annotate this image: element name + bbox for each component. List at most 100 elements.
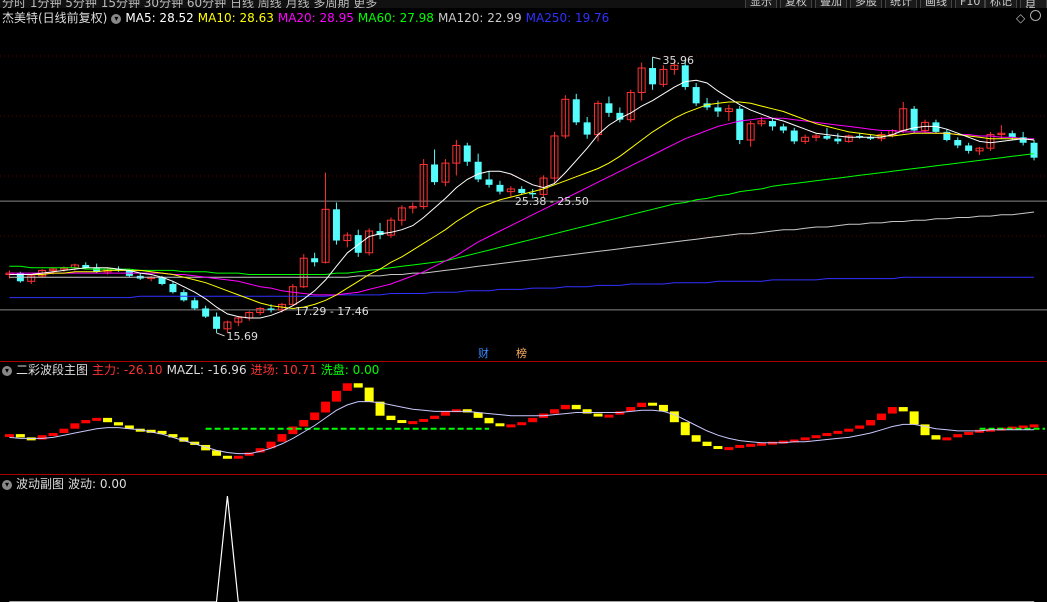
top-toolbar: 分时 1分钟 5分钟 15分钟 30分钟 60分钟 日线 周线 月线 多周期 更… <box>0 0 1047 8</box>
settings-icon[interactable] <box>1030 10 1041 21</box>
sub2-title[interactable]: 波动副图 <box>16 477 64 491</box>
chevron-down-icon[interactable]: ▾ <box>111 13 122 24</box>
candle-body <box>267 308 275 310</box>
volatility-line <box>9 495 1035 602</box>
candle-body <box>1008 133 1016 138</box>
band-bar <box>103 417 113 423</box>
band-bar <box>680 422 690 436</box>
candle-body <box>736 108 744 141</box>
candle-body <box>605 103 613 113</box>
candle-body <box>311 258 319 263</box>
candle-body <box>332 209 340 241</box>
low-label: 15.69 <box>227 330 258 343</box>
band-bar <box>844 428 854 432</box>
candle-body <box>518 188 526 193</box>
band-bar <box>887 407 897 414</box>
band-bar <box>964 431 974 435</box>
toolbar-button-multi[interactable]: 多股 <box>850 0 882 8</box>
band-bar <box>386 415 396 421</box>
chevron-down-icon[interactable]: ▾ <box>2 479 12 490</box>
main-force-label: 主力: -26.10 <box>92 363 163 377</box>
band-bar <box>353 383 363 388</box>
ma60-line <box>9 153 1035 275</box>
candle-body <box>572 99 580 123</box>
band-bar <box>702 441 712 447</box>
candle-body <box>649 68 657 85</box>
candle-body <box>965 145 973 151</box>
band-bar <box>898 407 908 412</box>
ma120-label: MA120: 22.99 <box>437 11 522 25</box>
rank-badge[interactable]: 榜 <box>516 347 527 360</box>
ma60-label: MA60: 27.98 <box>357 11 434 25</box>
toolbar-button-display[interactable]: 显示 <box>745 0 777 8</box>
band-bar <box>321 401 331 413</box>
entry-label: 进场: 10.71 <box>250 363 317 377</box>
band-bar <box>517 422 527 426</box>
toolbar-button-stats[interactable]: 统计 <box>885 0 917 8</box>
candle-body <box>191 300 199 309</box>
sub1-header: ▾ 二彩波段主图 主力: -26.10 MAZL: -16.96 进场: 10.71 洗盘… <box>2 363 383 377</box>
candle-body <box>954 140 962 146</box>
range-label: 17.29 - 17.46 <box>295 305 369 318</box>
wash-label: 洗盘: 0.00 <box>320 363 380 377</box>
candle-body <box>202 308 210 317</box>
band-bar <box>506 424 516 428</box>
main-chart-header: 杰美特(日线前复权) ▾ MA5: 28.52 MA10: 28.63 MA20: 28… <box>2 11 613 25</box>
band-bar <box>1029 424 1039 428</box>
band-bar <box>342 383 352 391</box>
band-bar <box>288 426 298 435</box>
band-bar <box>419 418 429 422</box>
finance-badge[interactable]: 财 <box>478 347 489 360</box>
ma20-label: MA20: 28.95 <box>277 11 354 25</box>
panel-separator <box>0 361 1047 362</box>
band-bar <box>833 430 843 434</box>
toolbar-button-adjust[interactable]: 复权 <box>780 0 812 8</box>
band-bar <box>397 420 407 424</box>
sub1-title[interactable]: 二彩波段主图 <box>16 363 88 377</box>
stock-title[interactable]: 杰美特(日线前复权) <box>2 11 107 25</box>
toolbar-button-favorite[interactable]: 自选 <box>1020 0 1047 8</box>
candle-body <box>431 164 439 183</box>
chevron-down-icon[interactable]: ▾ <box>2 365 12 376</box>
band-bar <box>81 420 91 424</box>
panel-separator <box>0 474 1047 475</box>
band-bar <box>222 455 232 459</box>
band-bar <box>637 402 647 408</box>
band-bar <box>593 413 603 417</box>
candle-body <box>529 193 537 195</box>
band-bar <box>909 411 919 425</box>
volatility-label: 波动: 0.00 <box>68 477 127 491</box>
diamond-icon[interactable]: ◇ <box>1016 11 1025 25</box>
candle-body <box>485 179 493 185</box>
band-indicator-chart[interactable] <box>0 378 1047 474</box>
toolbar-button-f10[interactable]: F10 <box>955 0 986 8</box>
sub2-header: ▾ 波动副图 波动: 0.00 <box>2 477 131 491</box>
band-bar <box>484 417 494 424</box>
high-label: 35.96 <box>663 54 695 67</box>
toolbar-button-overlay[interactable]: 叠加 <box>815 0 847 8</box>
candlestick-chart[interactable]: 35.96 15.69 17.29 - 17.46 25.38 - 25.50 <box>0 26 1047 361</box>
band-bar <box>92 417 102 421</box>
band-bar <box>713 446 723 450</box>
band-bar <box>876 413 886 421</box>
toolbar-button-draw[interactable]: 画线 <box>920 0 952 8</box>
volatility-chart[interactable] <box>0 492 1047 602</box>
candle-body <box>169 284 177 293</box>
period-tabs[interactable]: 分时 1分钟 5分钟 15分钟 30分钟 60分钟 日线 周线 月线 多周期 更… <box>2 0 377 8</box>
candle-body <box>768 121 776 127</box>
band-bar <box>931 435 941 440</box>
candle-body <box>834 138 842 142</box>
toolbar-button-mark[interactable]: 标记 <box>985 0 1017 8</box>
band-bar <box>669 411 679 423</box>
high-marker <box>652 56 661 60</box>
candle-body <box>463 145 471 162</box>
band-bar <box>59 428 69 434</box>
band-bar <box>571 404 581 410</box>
candle-body <box>354 235 362 253</box>
band-bar <box>233 455 243 459</box>
range-label: 25.38 - 25.50 <box>515 195 589 208</box>
band-bar <box>299 420 309 427</box>
candle-body <box>692 87 700 104</box>
band-bar <box>495 423 505 427</box>
candle-body <box>474 161 482 180</box>
